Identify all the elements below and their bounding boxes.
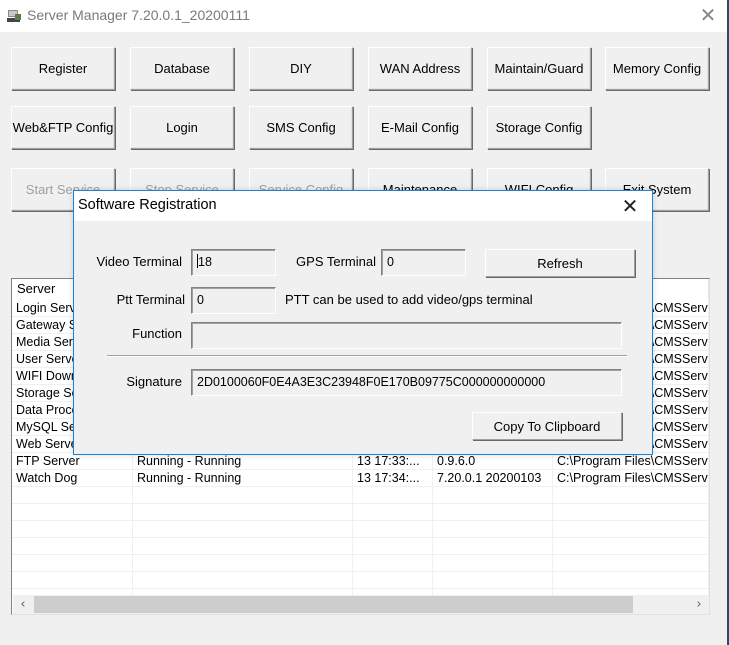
video-terminal-label: Video Terminal bbox=[96, 254, 182, 269]
cell-path bbox=[553, 555, 709, 572]
ptt-note: PTT can be used to add video/gps termina… bbox=[285, 292, 533, 307]
cell-status bbox=[133, 538, 353, 555]
signature-label: Signature bbox=[126, 374, 182, 389]
cell-time bbox=[353, 555, 433, 572]
login-button[interactable]: Login bbox=[130, 106, 234, 149]
cell-time bbox=[353, 487, 433, 504]
web-ftp-config-button[interactable]: Web&FTP Config bbox=[11, 106, 115, 149]
cell-version bbox=[433, 555, 553, 572]
ptt-terminal-label: Ptt Terminal bbox=[116, 292, 185, 307]
email-config-button[interactable]: E-Mail Config bbox=[368, 106, 472, 149]
window-close-button[interactable]: ✕ bbox=[693, 1, 723, 31]
dialog-title: Software Registration bbox=[78, 197, 217, 213]
cell-version bbox=[433, 572, 553, 589]
cell-version bbox=[433, 487, 553, 504]
cell-time bbox=[353, 572, 433, 589]
function-field[interactable] bbox=[191, 322, 622, 349]
cell-version: 7.20.0.1 20200103 bbox=[433, 470, 553, 487]
cell-server-name: FTP Server bbox=[12, 453, 133, 470]
dialog-close-button[interactable]: ✕ bbox=[618, 193, 642, 219]
table-row[interactable] bbox=[12, 504, 709, 521]
cell-status bbox=[133, 555, 353, 572]
cell-server-name: Watch Dog bbox=[12, 470, 133, 487]
cell-status: Running - Running bbox=[133, 453, 353, 470]
window-titlebar: Server Manager 7.20.0.1_20200111 ✕ bbox=[0, 0, 727, 32]
window-title: Server Manager 7.20.0.1_20200111 bbox=[27, 7, 250, 23]
video-terminal-value: 18 bbox=[198, 255, 212, 269]
cell-path: C:\Program Files\CMSServer bbox=[553, 470, 709, 487]
table-row[interactable] bbox=[12, 538, 709, 555]
ptt-terminal-field[interactable]: 0 bbox=[191, 287, 276, 314]
storage-config-button[interactable]: Storage Config bbox=[487, 106, 591, 149]
cell-version bbox=[433, 538, 553, 555]
close-icon: ✕ bbox=[621, 194, 639, 218]
memory-config-button[interactable]: Memory Config bbox=[605, 47, 709, 90]
cell-server-name bbox=[12, 504, 133, 521]
cell-time bbox=[353, 521, 433, 538]
cell-server-name bbox=[12, 521, 133, 538]
cell-path bbox=[553, 572, 709, 589]
database-button[interactable]: Database bbox=[130, 47, 234, 90]
cell-path bbox=[553, 504, 709, 521]
scrollbar-thumb[interactable] bbox=[34, 596, 633, 613]
register-button[interactable]: Register bbox=[11, 47, 115, 90]
gps-terminal-label: GPS Terminal bbox=[296, 254, 376, 269]
cell-time: 13 17:33:... bbox=[353, 453, 433, 470]
close-icon: ✕ bbox=[699, 3, 717, 27]
table-row[interactable]: Watch Dog Running - Running 13 17:34:... 7.… bbox=[12, 470, 709, 487]
cell-version bbox=[433, 521, 553, 538]
gps-terminal-field[interactable]: 0 bbox=[381, 249, 466, 276]
cell-status bbox=[133, 572, 353, 589]
cell-time: 13 17:34:... bbox=[353, 470, 433, 487]
cell-server-name bbox=[12, 555, 133, 572]
table-row[interactable]: FTP Server Running - Running 13 17:33:... 0… bbox=[12, 453, 709, 470]
sms-config-button[interactable]: SMS Config bbox=[249, 106, 353, 149]
cell-status: Running - Running bbox=[133, 470, 353, 487]
dialog-separator bbox=[107, 355, 627, 357]
maintain-guard-button[interactable]: Maintain/Guard bbox=[487, 47, 591, 90]
table-row[interactable] bbox=[12, 521, 709, 538]
cell-path bbox=[553, 521, 709, 538]
diy-button[interactable]: DIY bbox=[249, 47, 353, 90]
cell-server-name bbox=[12, 538, 133, 555]
cell-status bbox=[133, 504, 353, 521]
cell-path bbox=[553, 487, 709, 504]
cell-status bbox=[133, 487, 353, 504]
cell-status bbox=[133, 521, 353, 538]
cell-time bbox=[353, 538, 433, 555]
dialog-titlebar[interactable]: Software Registration ✕ bbox=[74, 191, 652, 221]
function-label: Function bbox=[132, 326, 182, 341]
scroll-left-icon[interactable]: ‹ bbox=[13, 595, 33, 614]
software-registration-dialog: Software Registration ✕ Video Terminal 1… bbox=[73, 190, 653, 455]
cell-server-name bbox=[12, 572, 133, 589]
refresh-button[interactable]: Refresh bbox=[485, 249, 635, 277]
scroll-right-icon[interactable]: › bbox=[689, 595, 709, 614]
cell-path bbox=[553, 538, 709, 555]
cell-server-name bbox=[12, 487, 133, 504]
copy-to-clipboard-button[interactable]: Copy To Clipboard bbox=[472, 412, 622, 440]
server-manager-icon bbox=[7, 10, 21, 22]
cell-time bbox=[353, 504, 433, 521]
table-row[interactable] bbox=[12, 487, 709, 504]
table-row[interactable] bbox=[12, 572, 709, 589]
cell-version: 0.9.6.0 bbox=[433, 453, 553, 470]
video-terminal-field[interactable]: 18 bbox=[191, 249, 276, 276]
cell-path: C:\Program Files\CMSServer bbox=[553, 453, 709, 470]
cell-version bbox=[433, 504, 553, 521]
wan-address-button[interactable]: WAN Address bbox=[368, 47, 472, 90]
table-row[interactable] bbox=[12, 555, 709, 572]
signature-field[interactable]: 2D0100060F0E4A3E3C23948F0E170B09775C0000… bbox=[191, 369, 622, 396]
horizontal-scrollbar[interactable]: ‹ › bbox=[13, 595, 709, 614]
